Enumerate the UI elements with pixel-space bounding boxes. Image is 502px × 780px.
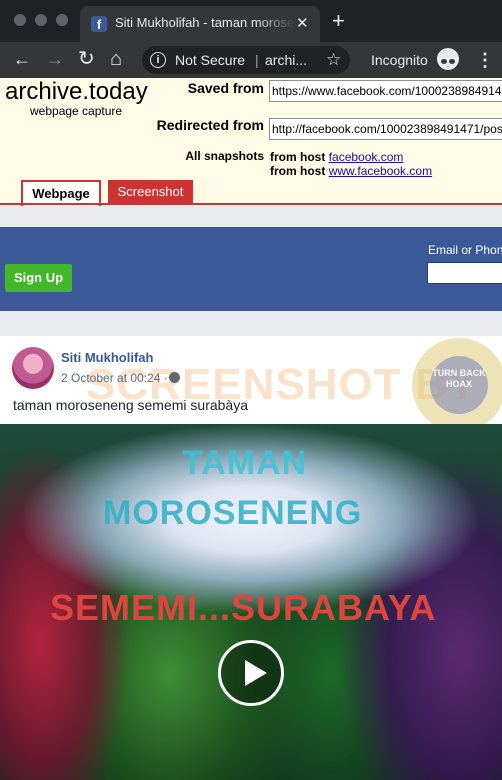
all-snapshots-label: All snapshots — [185, 149, 264, 163]
post-video[interactable]: TAMAN MOROSENENG SEMEMI...SURABAYA — [0, 424, 502, 780]
from-host-label: from host — [270, 164, 326, 178]
browser-toolbar: ← → ↻ ⌂ i Not Secure | archi... ☆ Incogn… — [0, 42, 502, 78]
sign-up-button[interactable]: Sign Up — [5, 264, 72, 292]
snapshot-host-row: from host www.facebook.com — [270, 164, 432, 178]
video-title-line-1: TAMAN — [182, 444, 308, 482]
address-separator: | — [255, 52, 259, 68]
archive-divider — [0, 203, 502, 205]
browser-tab[interactable]: f Siti Mukholifah - taman moroseneng ✕ — [80, 6, 320, 42]
incognito-label: Incognito — [371, 52, 428, 68]
tab-screenshot[interactable]: Screenshot — [108, 180, 193, 204]
incognito-icon[interactable] — [437, 48, 459, 70]
tab-title-fade — [255, 6, 295, 42]
globe-icon — [169, 372, 180, 383]
host-link-www-facebook[interactable]: www.facebook.com — [329, 164, 432, 178]
video-title-line-2: MOROSENENG — [103, 494, 363, 532]
facebook-favicon-icon: f — [91, 16, 107, 32]
window-maximize-dot[interactable] — [56, 14, 68, 26]
menu-icon[interactable]: ⋮ — [476, 50, 494, 71]
post-date[interactable]: 2 October at 00:24 · — [61, 371, 168, 385]
archive-logo[interactable]: archive.today — [5, 78, 148, 106]
not-secure-label: Not Secure — [175, 52, 246, 68]
from-host-label: from host — [270, 150, 326, 164]
bookmark-star-icon[interactable]: ☆ — [326, 50, 341, 70]
saved-from-label: Saved from — [187, 80, 264, 96]
post-author[interactable]: Siti Mukholifah — [61, 350, 153, 365]
post-text: taman moroseneng sememi surabàya — [13, 397, 249, 413]
avatar[interactable] — [12, 347, 54, 389]
redirected-from-url-field[interactable]: http://facebook.com/100023898491471/pos — [269, 118, 502, 140]
reload-icon[interactable]: ↻ — [78, 48, 95, 70]
email-input[interactable] — [427, 262, 502, 284]
home-icon[interactable]: ⌂ — [110, 48, 122, 70]
info-icon[interactable]: i — [150, 52, 166, 68]
archive-header: archive.today webpage capture Saved from… — [0, 78, 502, 206]
archive-subtitle: webpage capture — [30, 104, 123, 118]
tab-bar: f Siti Mukholifah - taman moroseneng ✕ + — [0, 0, 502, 42]
play-icon — [245, 660, 267, 686]
window-close-dot[interactable] — [14, 14, 26, 26]
turnbackhoax-badge: TURN BACK HOAX — [412, 338, 502, 432]
back-icon[interactable]: ← — [13, 48, 31, 70]
email-label: Email or Phone — [428, 243, 502, 257]
new-tab-icon[interactable]: + — [332, 10, 345, 32]
badge-label: TURN BACK HOAX — [430, 356, 488, 414]
window-minimize-dot[interactable] — [35, 14, 47, 26]
address-url[interactable]: archi... — [265, 52, 307, 68]
snapshot-host-row: from host facebook.com — [270, 150, 403, 164]
play-button[interactable] — [218, 640, 284, 706]
video-title-line-3: SEMEMI...SURABAYA — [50, 587, 437, 628]
address-bar[interactable]: i Not Secure | archi... ☆ — [142, 46, 350, 74]
close-tab-icon[interactable]: ✕ — [296, 14, 309, 32]
forward-icon[interactable]: → — [46, 48, 64, 70]
host-link-facebook[interactable]: facebook.com — [329, 150, 404, 164]
redirected-from-label: Redirected from — [156, 117, 264, 133]
saved-from-url-field[interactable]: https://www.facebook.com/1000238984914 — [269, 80, 502, 102]
